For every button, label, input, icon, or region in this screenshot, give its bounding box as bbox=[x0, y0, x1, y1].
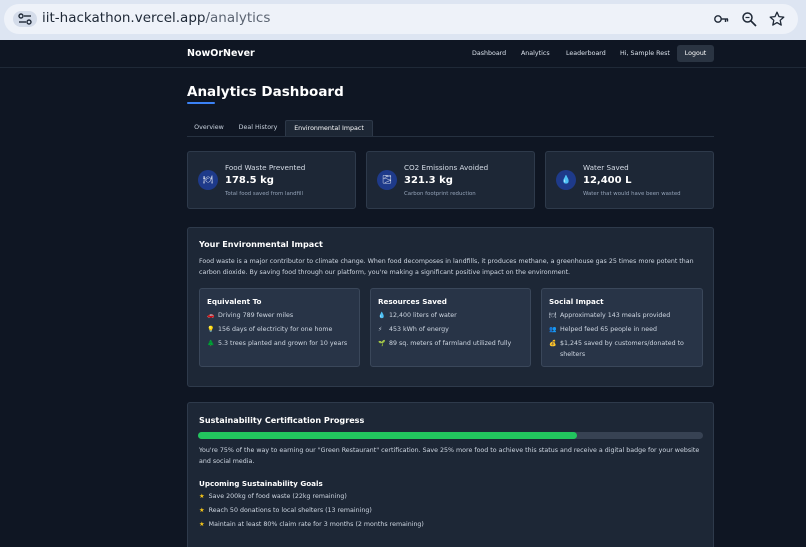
goal-item: ★ Save 200kg of food waste (22kg remainin… bbox=[199, 493, 347, 500]
stat-value: 321.3 kg bbox=[404, 175, 453, 186]
certification-description: You're 75% of the way to earning our "Gr… bbox=[199, 447, 700, 465]
stat-caption: Total food saved from landfill bbox=[225, 191, 303, 197]
card-title: Resources Saved bbox=[378, 297, 447, 306]
water-drop-icon: 💧 bbox=[378, 312, 386, 319]
tree-icon: 🌲 bbox=[207, 340, 215, 347]
nav-link-dashboard[interactable]: Dashboard bbox=[472, 50, 506, 57]
stat-value: 12,400 L bbox=[583, 175, 632, 186]
goal-item: ★ Maintain at least 80% claim rate for 3 … bbox=[199, 521, 424, 528]
address-bar[interactable]: iit-hackathon.vercel.app/analytics bbox=[4, 4, 798, 34]
impact-section: Your Environmental Impact Food waste is … bbox=[187, 227, 714, 387]
progress-fill bbox=[198, 432, 577, 439]
tab-environmental-impact[interactable]: Environmental Impact bbox=[285, 120, 373, 136]
stat-caption: Carbon footprint reduction bbox=[404, 191, 476, 197]
impact-title: Your Environmental Impact bbox=[199, 239, 323, 249]
list-item: 🚗 Driving 789 fewer miles bbox=[207, 311, 293, 322]
nav-link-analytics[interactable]: Analytics bbox=[521, 50, 550, 57]
certification-progress-bar bbox=[198, 432, 703, 439]
seedling-icon: 🌱 bbox=[378, 340, 386, 347]
list-item: 🌱 89 sq. meters of farmland utilized full… bbox=[378, 339, 526, 350]
card-title: Equivalent To bbox=[207, 297, 262, 306]
key-icon[interactable] bbox=[713, 11, 729, 27]
goal-item: ★ Reach 50 donations to local shelters (1… bbox=[199, 507, 372, 514]
browser-toolbar: iit-hackathon.vercel.app/analytics bbox=[0, 0, 806, 40]
tabs-divider bbox=[187, 136, 714, 137]
list-item: 💰 $1,245 saved by customers/donated to sh… bbox=[549, 339, 697, 360]
meal-icon: 🍽 bbox=[549, 312, 557, 319]
stat-label: Water Saved bbox=[583, 163, 629, 172]
list-item: 💧 12,400 liters of water bbox=[378, 311, 457, 322]
card-title: Social Impact bbox=[549, 297, 604, 306]
certification-title: Sustainability Certification Progress bbox=[199, 415, 365, 425]
tab-deal-history[interactable]: Deal History bbox=[233, 120, 283, 136]
list-item: 🌲 5.3 trees planted and grown for 10 year… bbox=[207, 339, 355, 350]
nav-link-leaderboard[interactable]: Leaderboard bbox=[566, 50, 606, 57]
water-drop-icon: 💧 bbox=[556, 170, 576, 190]
url-text[interactable]: iit-hackathon.vercel.app/analytics bbox=[42, 10, 270, 26]
site-settings-icon[interactable] bbox=[13, 11, 37, 27]
money-bag-icon: 💰 bbox=[549, 340, 557, 347]
impact-description: Food waste is a major contributor to cli… bbox=[199, 258, 694, 276]
equivalent-card: Equivalent To 🚗 Driving 789 fewer miles 💡… bbox=[199, 288, 360, 367]
list-item: ⚡ 453 kWh of energy bbox=[378, 325, 449, 336]
list-item: 💡 156 days of electricity for one home bbox=[207, 325, 332, 336]
logout-button[interactable]: Logout bbox=[677, 45, 714, 62]
url-path: /analytics bbox=[205, 10, 271, 26]
star-icon: ★ bbox=[199, 507, 205, 514]
stat-label: CO2 Emissions Avoided bbox=[404, 163, 489, 172]
lightning-icon: ⚡ bbox=[378, 326, 383, 333]
list-item: 🍽 Approximately 143 meals provided bbox=[549, 311, 670, 322]
brand-logo[interactable]: NowOrNever bbox=[187, 48, 255, 59]
smog-icon: 🌫 bbox=[377, 170, 397, 190]
zoom-icon[interactable] bbox=[741, 11, 757, 27]
star-icon: ★ bbox=[199, 521, 205, 528]
food-icon: 🍽 bbox=[198, 170, 218, 190]
lightbulb-icon: 💡 bbox=[207, 326, 215, 333]
title-underline bbox=[187, 102, 215, 104]
resources-card: Resources Saved 💧 12,400 liters of water … bbox=[370, 288, 531, 367]
goals-title: Upcoming Sustainability Goals bbox=[199, 479, 323, 488]
user-greeting: Hi, Sample Rest bbox=[620, 50, 670, 57]
stat-value: 178.5 kg bbox=[225, 175, 274, 186]
stat-caption: Water that would have been wasted bbox=[583, 191, 681, 197]
stat-label: Food Waste Prevented bbox=[225, 163, 306, 172]
page-title: Analytics Dashboard bbox=[187, 84, 344, 100]
star-icon: ★ bbox=[199, 493, 205, 500]
url-host: iit-hackathon.vercel.app bbox=[42, 10, 206, 26]
bookmark-star-icon[interactable] bbox=[769, 11, 785, 27]
stat-card-water: 💧 Water Saved 12,400 L Water that would … bbox=[545, 151, 714, 209]
stat-card-food-waste: 🍽 Food Waste Prevented 178.5 kg Total fo… bbox=[187, 151, 356, 209]
car-icon: 🚗 bbox=[207, 312, 215, 319]
tab-overview[interactable]: Overview bbox=[189, 120, 229, 136]
stat-card-co2: 🌫 CO2 Emissions Avoided 321.3 kg Carbon … bbox=[366, 151, 535, 209]
list-item: 👥 Helped feed 65 people in need bbox=[549, 325, 657, 336]
people-icon: 👥 bbox=[549, 326, 557, 333]
social-impact-card: Social Impact 🍽 Approximately 143 meals p… bbox=[541, 288, 703, 367]
